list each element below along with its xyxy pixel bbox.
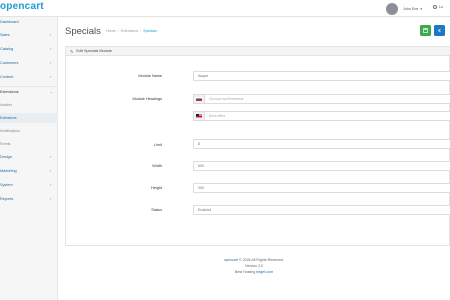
module-name-label: Module Name [138, 74, 162, 78]
pencil-icon: ✎ [70, 48, 74, 54]
sidebar-item-extensions[interactable]: Extensions ⌄ [0, 87, 58, 97]
save-icon [423, 28, 428, 33]
sidebar-item-customers[interactable]: Customers › [0, 58, 58, 68]
sidebar-item-label: Catalog [0, 47, 14, 51]
power-icon [433, 5, 437, 9]
sidebar-subitem-installer[interactable]: Installer [0, 100, 58, 110]
caret-down-icon[interactable]: ▾ [420, 7, 422, 11]
breadcrumb-separator: / [140, 29, 142, 33]
avatar[interactable] [386, 2, 398, 15]
sidebar-subitem-modifications[interactable]: Modifications [0, 126, 58, 136]
height-input[interactable]: 350 [193, 183, 450, 193]
opencart-logo[interactable]: opencart [0, 1, 44, 12]
sidebar-subitem-label: Installer [0, 103, 12, 107]
sidebar-item-dashboard[interactable]: Dashboard [0, 17, 58, 27]
status-select[interactable]: Enabled [193, 205, 450, 215]
breadcrumb-current[interactable]: Specials [143, 29, 157, 33]
russia-flag-icon [196, 97, 202, 101]
status-label: Status [151, 208, 162, 212]
sidebar-item-label: Extensions [0, 90, 19, 94]
sidebar-item-label: Customers [0, 61, 19, 65]
sidebar-item-label: Marketing [0, 169, 17, 173]
footer-hosting: Best Hosting beget.com [58, 269, 450, 275]
chevron-right-icon: › [50, 75, 52, 79]
sidebar-item-label: Dashboard [0, 20, 19, 24]
ru-flag-addon [193, 94, 205, 104]
sidebar-item-marketing[interactable]: Marketing › [0, 166, 58, 176]
module-name-input[interactable]: Акции [193, 71, 450, 81]
page-title: Specials [65, 26, 101, 37]
footer-hosting-link[interactable]: beget.com [256, 270, 273, 274]
main-content: Specials Home / Extensions / Specials ✎ … [58, 17, 450, 300]
sidebar-item-label: Design [0, 155, 12, 159]
user-name[interactable]: John Doe [403, 7, 418, 11]
footer-opencart-link[interactable]: opencart [224, 258, 238, 262]
chevron-right-icon: › [50, 183, 52, 187]
sidebar-nav: Dashboard Sales › Catalog › Customers › … [0, 17, 58, 300]
module-headings-label: Module Headings [132, 97, 162, 101]
sidebar-subitem-label: Modifications [0, 129, 20, 133]
heading-en-input[interactable]: Best offers [205, 111, 450, 121]
user-menu[interactable]: John Doe ▾ [386, 2, 422, 15]
breadcrumb: Home / Extensions / Specials [106, 29, 157, 33]
sidebar-item-content[interactable]: Content › [0, 72, 58, 82]
sidebar-item-system[interactable]: System › [0, 180, 58, 190]
chevron-right-icon: › [50, 169, 52, 173]
chevron-right-icon: › [50, 197, 52, 201]
width-input[interactable]: 600 [193, 161, 450, 171]
sidebar-item-sales[interactable]: Sales › [0, 30, 58, 40]
top-header: opencart John Doe ▾ Lo [0, 0, 450, 17]
card-header: ✎ Edit Specials Module [66, 47, 450, 56]
chevron-right-icon: › [50, 155, 52, 159]
breadcrumb-home[interactable]: Home [106, 29, 116, 33]
width-label: Width [152, 164, 162, 168]
edit-module-card: ✎ Edit Specials Module Module Name Акции… [65, 46, 450, 246]
limit-input[interactable]: 8 [193, 139, 450, 149]
sidebar-subitem-events[interactable]: Events [0, 139, 58, 149]
sidebar-item-label: Reports [0, 197, 14, 201]
breadcrumb-extensions[interactable]: Extensions [121, 29, 139, 33]
footer-copyright-text: © 2026 All Rights Reserved. [239, 258, 284, 262]
back-icon [437, 28, 441, 33]
sidebar-item-label: Sales [0, 33, 10, 37]
height-label: Height [151, 186, 162, 190]
save-button[interactable] [420, 25, 431, 36]
chevron-right-icon: › [50, 33, 52, 37]
chevron-right-icon: › [50, 61, 52, 65]
chevron-right-icon: › [50, 47, 52, 51]
chevron-down-icon: ⌄ [50, 90, 54, 94]
sidebar-item-design[interactable]: Design › [0, 152, 58, 162]
page-footer: opencart © 2026 All Rights Reserved. Ver… [58, 257, 450, 275]
back-button[interactable] [434, 25, 445, 36]
sidebar-item-label: Content [0, 75, 14, 79]
limit-label: Limit [153, 143, 162, 147]
uk-flag-icon [196, 114, 202, 118]
breadcrumb-separator: / [117, 29, 119, 33]
sidebar-item-catalog[interactable]: Catalog › [0, 44, 58, 54]
logout-label: Lo [439, 5, 443, 9]
sidebar-item-label: System [0, 183, 13, 187]
card-heading: Edit Specials Module [76, 49, 112, 53]
sidebar-subitem-label: Extensions [0, 116, 17, 120]
sidebar-subitem-label: Events [0, 142, 11, 146]
en-flag-addon [193, 111, 205, 121]
heading-ru-input[interactable]: Лучшие предложения [205, 94, 450, 104]
sidebar-item-reports[interactable]: Reports › [0, 194, 58, 204]
logout-link[interactable]: Lo [433, 5, 443, 9]
footer-hosting-text: Best Hosting [234, 270, 256, 274]
sidebar-subitem-extensions[interactable]: Extensions [0, 113, 58, 123]
